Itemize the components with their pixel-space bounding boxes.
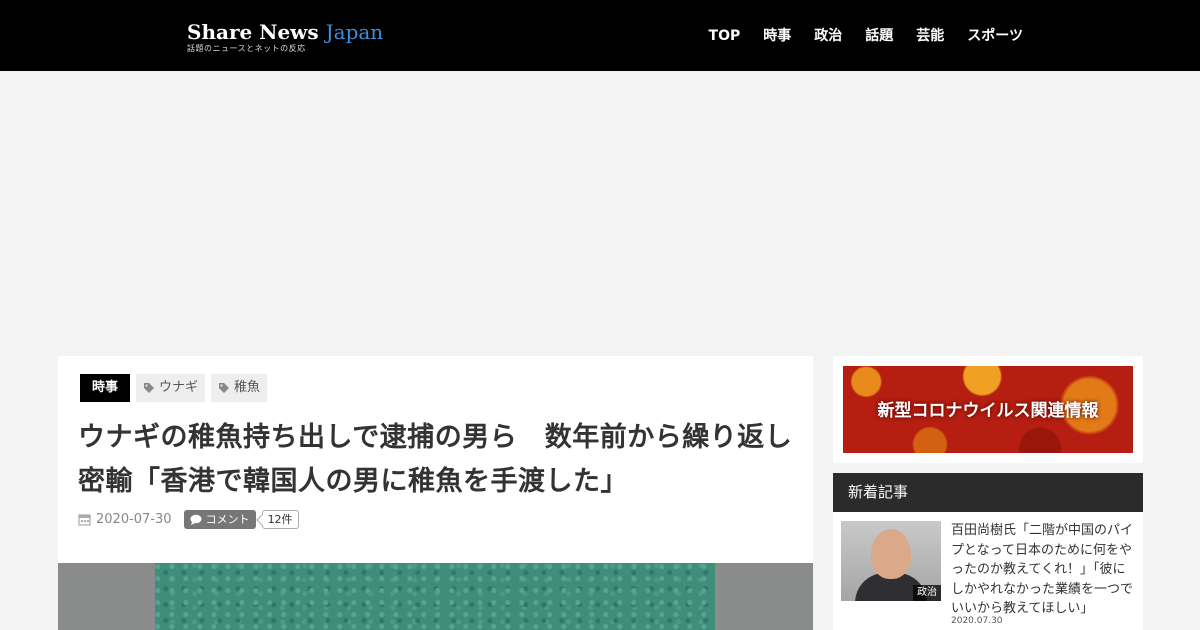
list-item-date: 2020.07.30 <box>951 616 1003 626</box>
thumbnail-category: 政治 <box>913 585 941 601</box>
hero-image-right-blur <box>715 563 813 630</box>
main-nav: TOP 時事 政治 話題 芸能 スポーツ <box>709 26 1023 46</box>
tag-label: 稚魚 <box>234 380 261 395</box>
comment-button[interactable]: コメント <box>183 510 256 529</box>
coronavirus-banner[interactable]: 新型コロナウイルス関連情報 <box>843 366 1133 453</box>
tag-icon <box>144 383 155 393</box>
article-date: 2020-07-30 <box>78 512 172 527</box>
tag-link[interactable]: ウナギ <box>136 374 206 402</box>
hero-image-photo <box>155 563 715 630</box>
new-articles-heading: 新着記事 <box>833 473 1143 512</box>
nav-item-topics[interactable]: 話題 <box>865 26 893 46</box>
date-text: 2020-07-30 <box>96 512 172 527</box>
category-badge[interactable]: 時事 <box>80 374 131 402</box>
comment-count[interactable]: 12件 <box>261 510 299 529</box>
article-meta: 2020-07-30 コメント 12件 <box>78 510 299 529</box>
article-card: 時事 ウナギ 稚魚 ウナギの稚魚持ち出しで逮捕の男ら 数年前から繰り返し密輸「香… <box>58 356 813 630</box>
article-thumbnail[interactable]: 政治 <box>841 521 941 601</box>
nav-item-top[interactable]: TOP <box>709 26 741 46</box>
tag-link[interactable]: 稚魚 <box>211 374 268 402</box>
tag-icon <box>219 383 230 393</box>
hero-image-left-blur <box>58 563 155 630</box>
logo-title: Share News Japan <box>187 20 384 44</box>
nav-item-sports[interactable]: スポーツ <box>967 26 1023 46</box>
calendar-icon <box>78 514 91 526</box>
nav-item-entertainment[interactable]: 芸能 <box>916 26 944 46</box>
speech-bubble-icon <box>190 514 202 525</box>
tag-label: ウナギ <box>159 380 199 395</box>
sidebar-banner-box: 新型コロナウイルス関連情報 <box>833 356 1143 463</box>
article-tags: 時事 ウナギ 稚魚 <box>80 374 268 402</box>
comment-label: コメント <box>205 513 250 526</box>
article-hero-image <box>58 563 813 630</box>
logo-tagline: 話題のニュースとネットの反応 <box>187 44 306 53</box>
banner-text: 新型コロナウイルス関連情報 <box>877 401 1099 421</box>
list-item-title[interactable]: 百田尚樹氏「二階が中国のパイプとなって日本のために何をやったのか教えてくれ！」「… <box>951 521 1137 619</box>
article-title: ウナギの稚魚持ち出しで逮捕の男ら 数年前から繰り返し密輸「香港で韓国人の男に稚魚… <box>78 422 793 497</box>
site-logo[interactable]: Share News Japan 話題のニュースとネットの反応 <box>187 20 383 54</box>
thumbnail-person-face <box>871 529 911 579</box>
site-header: Share News Japan 話題のニュースとネットの反応 TOP 時事 政… <box>0 0 1200 71</box>
new-articles-list: 政治 百田尚樹氏「二階が中国のパイプとなって日本のために何をやったのか教えてくれ… <box>833 512 1143 630</box>
nav-item-current-affairs[interactable]: 時事 <box>763 26 791 46</box>
nav-item-politics[interactable]: 政治 <box>814 26 842 46</box>
